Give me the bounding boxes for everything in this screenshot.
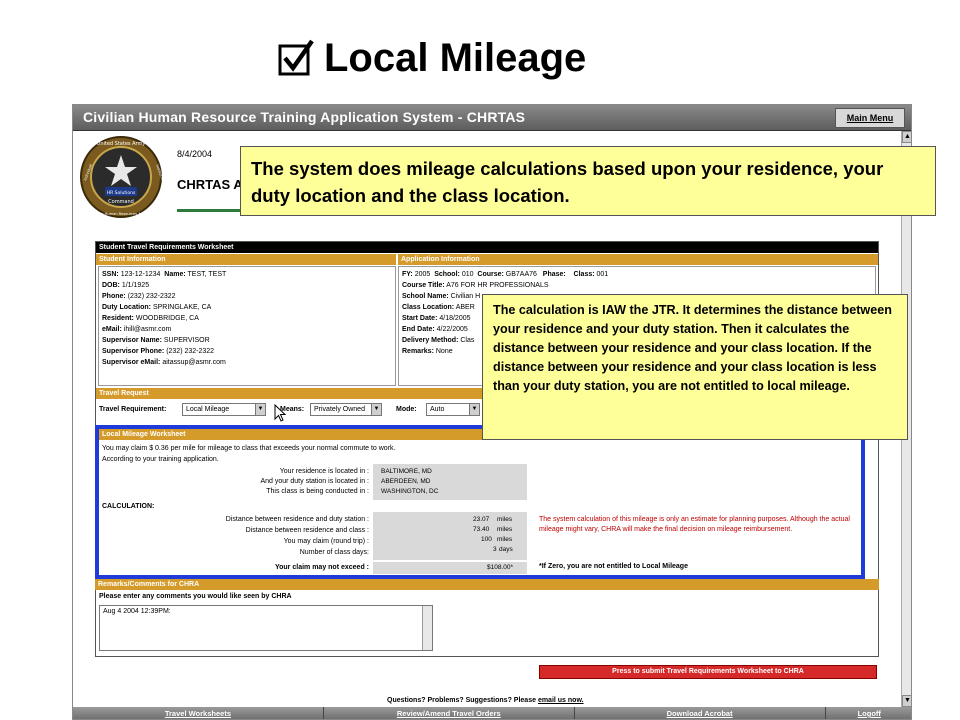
means-select[interactable]: Privately Owned ▼ — [310, 403, 382, 416]
main-menu-button[interactable]: Main Menu — [835, 108, 905, 128]
claim-round-trip-value: 100 — [481, 536, 492, 543]
chevron-down-icon: ▼ — [371, 404, 381, 415]
student-row-dob: DOB: 1/1/1925 — [102, 282, 150, 289]
intro-rate-text: You may claim $ 0.36 per mile for mileag… — [102, 445, 396, 452]
miles-unit: miles — [497, 516, 513, 523]
duty-station-value: ABERDEEN, MD — [381, 478, 431, 485]
app-row-course-ids: FY: 2005 School: 010 Course: GB7AA76 Pha… — [402, 271, 609, 278]
help-line: Questions? Problems? Suggestions? Please… — [387, 697, 584, 704]
svg-text:Civilian Human Resources Agenc: Civilian Human Resources Agency — [90, 212, 152, 216]
application-info-header: Application Information — [398, 254, 878, 265]
scroll-down-arrow-icon[interactable]: ▼ — [902, 695, 911, 707]
remarks-text: Aug 4 2004 12:39PM: — [103, 608, 171, 615]
travel-requirement-select[interactable]: Local Mileage ▼ — [182, 403, 266, 416]
hr-command-seal-logo: United States Army HR Solutions Command … — [80, 136, 163, 218]
miles-unit: miles — [497, 536, 513, 543]
chevron-down-icon: ▼ — [255, 404, 265, 415]
mode-label: Mode: — [396, 406, 417, 413]
submit-worksheet-button[interactable]: Press to submit Travel Requirements Work… — [539, 665, 877, 679]
email-us-link[interactable]: email us now. — [538, 697, 584, 704]
nav-download-acrobat[interactable]: Download Acrobat — [575, 707, 826, 719]
checked-box-icon — [278, 39, 314, 76]
intro-application-text: According to your training application. — [102, 456, 219, 463]
student-info-panel: SSN: 123-12-1234 Name: TEST, TEST DOB: 1… — [98, 266, 396, 386]
svg-text:United States Army: United States Army — [97, 141, 146, 147]
remarks-header: Remarks/Comments for CHRA — [95, 579, 879, 590]
student-row-supervisor-phone: Supervisor Phone: (232) 232-2322 — [102, 348, 215, 355]
duty-station-label: And your duty station is located in : — [260, 478, 369, 485]
student-row-supervisor-email: Supervisor eMail: aitassup@asmr.com — [102, 359, 226, 366]
local-mileage-intro: You may claim $ 0.36 per mile for mileag… — [102, 443, 395, 465]
claim-limit-value: $108.00* — [487, 564, 514, 571]
worksheet-title: Student Travel Requirements Worksheet — [96, 242, 878, 253]
nav-review-amend-orders[interactable]: Review/Amend Travel Orders — [324, 707, 575, 719]
main-callout: The system does mileage calculations bas… — [240, 146, 936, 216]
residence-label: Your residence is located in : — [279, 468, 369, 475]
mouse-pointer-icon — [274, 404, 286, 422]
page-heading: CHRTAS A — [177, 177, 243, 192]
remarks-label: Please enter any comments you would like… — [99, 593, 292, 600]
detail-callout: The calculation is IAW the JTR. It deter… — [482, 294, 908, 440]
class-location-label: This class is being conducted in : — [266, 488, 369, 495]
student-row-supervisor-name: Supervisor Name: SUPERVISOR — [102, 337, 210, 344]
mileage-disclaimer: The system calculation of this mileage i… — [539, 516, 850, 533]
class-days-value: 3 — [493, 546, 497, 553]
remarks-textarea[interactable]: Aug 4 2004 12:39PM: — [99, 605, 433, 651]
mode-select[interactable]: Auto ▼ — [426, 403, 480, 416]
zero-entitlement-note: *If Zero, you are not entitled to Local … — [539, 563, 688, 570]
student-row-ssn-name: SSN: 123-12-1234 Name: TEST, TEST — [102, 271, 227, 278]
student-row-resident: Resident: WOODBRIDGE, CA — [102, 315, 199, 322]
svg-text:HR Solutions: HR Solutions — [107, 190, 136, 196]
scroll-up-arrow-icon[interactable]: ▲ — [902, 131, 911, 143]
local-mileage-worksheet: Local Mileage Worksheet You may claim $ … — [95, 425, 865, 579]
app-header: Civilian Human Resource Training Applica… — [73, 105, 911, 131]
app-row-course-title: Course Title: A76 FOR HR PROFESSIONALS — [402, 282, 549, 289]
distance-duty-value: 23.07 — [473, 516, 490, 523]
miles-unit: miles — [497, 526, 513, 533]
student-row-phone: Phone: (232) 232-2322 — [102, 293, 176, 300]
current-date: 8/4/2004 — [177, 149, 213, 159]
nav-travel-worksheets[interactable]: Travel Worksheets — [73, 707, 324, 719]
chevron-down-icon: ▼ — [469, 404, 479, 415]
days-unit: days — [499, 546, 513, 553]
claim-round-trip-label: You may claim (round trip) : — [283, 538, 369, 545]
distance-class-label: Distance between residence and class : — [245, 527, 369, 534]
residence-value: BALTIMORE, MD — [381, 468, 432, 475]
slide-title-text: Local Mileage — [324, 35, 587, 80]
remarks-scrollbar[interactable] — [422, 606, 432, 650]
student-row-email: eMail: ihill@asmr.com — [102, 326, 172, 333]
student-info-header: Student Information — [96, 254, 396, 265]
help-prefix: Questions? Problems? Suggestions? Please — [387, 697, 538, 704]
student-row-duty-location: Duty Location: SPRINGLAKE, CA — [102, 304, 212, 311]
calculation-label: CALCULATION: — [102, 503, 155, 510]
app-title: Civilian Human Resource Training Applica… — [83, 109, 526, 125]
distance-duty-label: Distance between residence and duty stat… — [225, 516, 369, 523]
travel-requirement-label: Travel Requirement: — [99, 406, 167, 413]
nav-logoff[interactable]: Logoff — [826, 707, 911, 719]
svg-text:Command: Command — [108, 199, 134, 205]
slide-title: Local Mileage — [278, 30, 586, 86]
bottom-navigation: Travel Worksheets Review/Amend Travel Or… — [73, 707, 911, 719]
claim-limit-label: Your claim may not exceed : — [274, 564, 369, 571]
distance-class-value: 73.40 — [473, 526, 490, 533]
class-location-value: WASHINGTON, DC — [381, 488, 439, 495]
class-days-label: Number of class days: — [299, 549, 369, 556]
